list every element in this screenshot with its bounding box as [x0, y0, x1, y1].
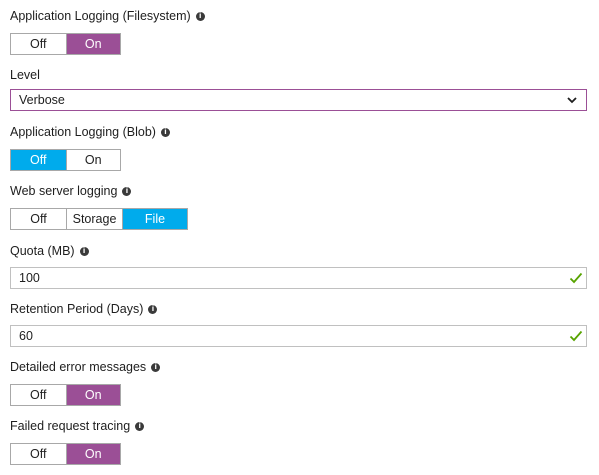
checkmark-icon: [569, 330, 583, 342]
level-label: Level: [10, 68, 40, 82]
retention-input[interactable]: 60: [10, 325, 587, 347]
quota-section: Quota (MB) i 100: [10, 242, 587, 289]
detailed-errors-on-option[interactable]: On: [65, 385, 120, 405]
info-icon[interactable]: i: [160, 127, 170, 137]
failed-request-tracing-toggle: Off On: [10, 443, 121, 465]
app-logging-filesystem-label-row: Application Logging (Filesystem) i: [10, 7, 205, 25]
info-icon[interactable]: i: [151, 362, 161, 372]
web-server-logging-section: Web server logging i Off Storage File Sy…: [10, 182, 188, 246]
failed-request-tracing-label-row: Failed request tracing i: [10, 417, 145, 435]
app-logging-filesystem-on-option[interactable]: On: [65, 34, 120, 54]
info-icon[interactable]: i: [195, 11, 205, 21]
retention-section: Retention Period (Days) i 60: [10, 300, 587, 347]
quota-input-value: 100: [19, 271, 40, 285]
detailed-errors-section: Detailed error messages i Off On: [10, 358, 161, 406]
level-label-row: Level: [10, 66, 587, 84]
app-logging-blob-label: Application Logging (Blob): [10, 125, 156, 139]
app-logging-filesystem-off-option[interactable]: Off: [11, 34, 66, 54]
web-server-logging-label: Web server logging: [10, 184, 118, 198]
level-select[interactable]: Verbose: [10, 89, 587, 111]
app-logging-blob-toggle: Off On: [10, 149, 121, 171]
detailed-errors-label-row: Detailed error messages i: [10, 358, 161, 376]
web-app-diagnostics-logs-settings: Application Logging (Filesystem) i Off O…: [0, 0, 599, 475]
retention-label-row: Retention Period (Days) i: [10, 300, 587, 318]
quota-input[interactable]: 100: [10, 267, 587, 289]
app-logging-blob-on-option[interactable]: On: [65, 150, 120, 170]
info-icon[interactable]: i: [122, 186, 132, 196]
level-selected-value: Verbose: [19, 93, 65, 107]
detailed-errors-label: Detailed error messages: [10, 360, 147, 374]
app-logging-filesystem-toggle: Off On: [10, 33, 121, 55]
web-server-logging-filesystem-option[interactable]: File System: [122, 209, 187, 246]
detailed-errors-toggle: Off On: [10, 384, 121, 406]
level-section: Level Verbose: [10, 66, 587, 111]
info-icon[interactable]: i: [79, 246, 89, 256]
app-logging-blob-section: Application Logging (Blob) i Off On: [10, 123, 170, 171]
failed-request-tracing-off-option[interactable]: Off: [11, 444, 66, 464]
checkmark-icon: [569, 272, 583, 284]
web-server-logging-label-row: Web server logging i: [10, 182, 188, 200]
app-logging-blob-off-option[interactable]: Off: [11, 150, 66, 170]
app-logging-blob-label-row: Application Logging (Blob) i: [10, 123, 170, 141]
detailed-errors-off-option[interactable]: Off: [11, 385, 66, 405]
retention-label: Retention Period (Days): [10, 302, 144, 316]
app-logging-filesystem-section: Application Logging (Filesystem) i Off O…: [10, 7, 205, 55]
app-logging-filesystem-label: Application Logging (Filesystem): [10, 9, 191, 23]
quota-label-row: Quota (MB) i: [10, 242, 587, 260]
chevron-down-icon: [567, 97, 577, 104]
info-icon[interactable]: i: [135, 421, 145, 431]
web-server-logging-storage-option[interactable]: Storage: [66, 209, 122, 229]
quota-label: Quota (MB): [10, 244, 75, 258]
web-server-logging-off-option[interactable]: Off: [11, 209, 66, 229]
info-icon[interactable]: i: [148, 304, 158, 314]
retention-input-value: 60: [19, 329, 33, 343]
failed-request-tracing-label: Failed request tracing: [10, 419, 131, 433]
web-server-logging-toggle: Off Storage File System: [10, 208, 188, 246]
failed-request-tracing-section: Failed request tracing i Off On: [10, 417, 145, 465]
failed-request-tracing-on-option[interactable]: On: [65, 444, 120, 464]
